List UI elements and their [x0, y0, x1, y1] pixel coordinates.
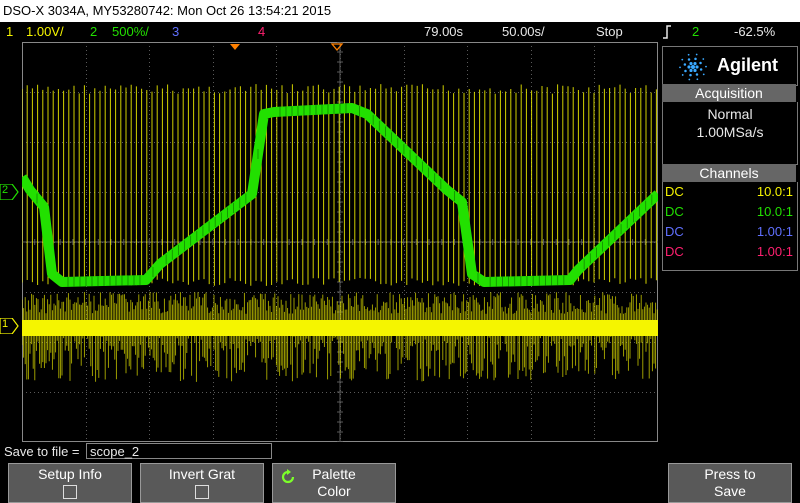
probe-ratio: 1.00:1: [756, 244, 793, 259]
acquisition-header: Acquisition: [662, 84, 796, 102]
file-name-field[interactable]: scope_2: [86, 443, 272, 459]
trigger-edge-icon: [662, 24, 672, 43]
waveform-display[interactable]: [22, 42, 658, 442]
invert-grat-checkbox[interactable]: [195, 485, 209, 499]
graticule: [22, 42, 658, 442]
ch2-marker-label: 2: [2, 184, 9, 196]
cycle-icon: [281, 469, 295, 484]
save-to-file-row: Save to file = scope_2: [0, 443, 800, 461]
setup-info-label: Setup Info: [38, 466, 102, 482]
channel-coupling: DC: [665, 204, 684, 219]
channel-row: DC 1.00:1: [665, 224, 795, 244]
channel-coupling: DC: [665, 184, 684, 199]
brand-name: Agilent: [717, 55, 778, 75]
ch1-number[interactable]: 1: [6, 24, 13, 39]
ch1-marker-label: 1: [2, 318, 9, 330]
ch1-scale[interactable]: 1.00V/: [26, 24, 64, 39]
channels-body: DC 10.0:1 DC 10.0:1 DC 1.00:1 DC 1.00:1: [662, 182, 798, 271]
status-bar: 1 1.00V/ 2 500%/ 3 4 79.00s 50.00s/ Stop…: [0, 22, 800, 42]
probe-ratio: 10.0:1: [756, 204, 793, 219]
time-position[interactable]: 79.00s: [424, 24, 463, 39]
acquisition-body: Normal 1.00MSa/s: [662, 102, 798, 165]
ch4-number[interactable]: 4: [258, 24, 265, 39]
setup-info-softkey[interactable]: Setup Info: [8, 463, 132, 503]
channel-coupling: DC: [665, 244, 684, 259]
ch2-ground-marker[interactable]: 2: [0, 183, 20, 201]
press-to-label: Press to: [704, 466, 756, 482]
channels-header: Channels: [662, 164, 796, 182]
invert-grat-label: Invert Grat: [168, 466, 236, 482]
run-state[interactable]: Stop: [596, 24, 623, 39]
channel-row: DC 10.0:1: [665, 204, 795, 224]
palette-color-softkey[interactable]: Palette Color: [272, 463, 396, 503]
ch3-number[interactable]: 3: [172, 24, 179, 39]
time-scale[interactable]: 50.00s/: [502, 24, 545, 39]
channel-row: DC 1.00:1: [665, 244, 795, 264]
probe-ratio: 10.0:1: [756, 184, 793, 199]
trigger-position-marker: [230, 44, 240, 50]
channel-coupling: DC: [665, 224, 684, 239]
trigger-source[interactable]: 2: [692, 24, 699, 39]
acquisition-mode: Normal: [707, 106, 753, 122]
ch2-scale[interactable]: 500%/: [112, 24, 149, 39]
info-panel: Agilent Acquisition Normal 1.00MSa/s Cha…: [658, 42, 800, 442]
trigger-level[interactable]: -62.5%: [734, 24, 775, 39]
ch2-number[interactable]: 2: [90, 24, 97, 39]
ch1-ground-marker[interactable]: 1: [0, 317, 20, 335]
probe-ratio: 1.00:1: [756, 224, 793, 239]
agilent-logo-icon: [679, 53, 707, 81]
sample-rate: 1.00MSa/s: [696, 124, 764, 140]
invert-grat-softkey[interactable]: Invert Grat: [140, 463, 264, 503]
save-to-file-label: Save to file =: [4, 444, 80, 459]
brand-box: Agilent: [662, 46, 798, 86]
channel-row: DC 10.0:1: [665, 184, 795, 204]
window-title: DSO-X 3034A, MY53280742: Mon Oct 26 13:5…: [0, 0, 800, 22]
press-to-save-softkey[interactable]: Press to Save: [668, 463, 792, 503]
save-label: Save: [714, 483, 746, 499]
setup-info-checkbox[interactable]: [63, 485, 77, 499]
